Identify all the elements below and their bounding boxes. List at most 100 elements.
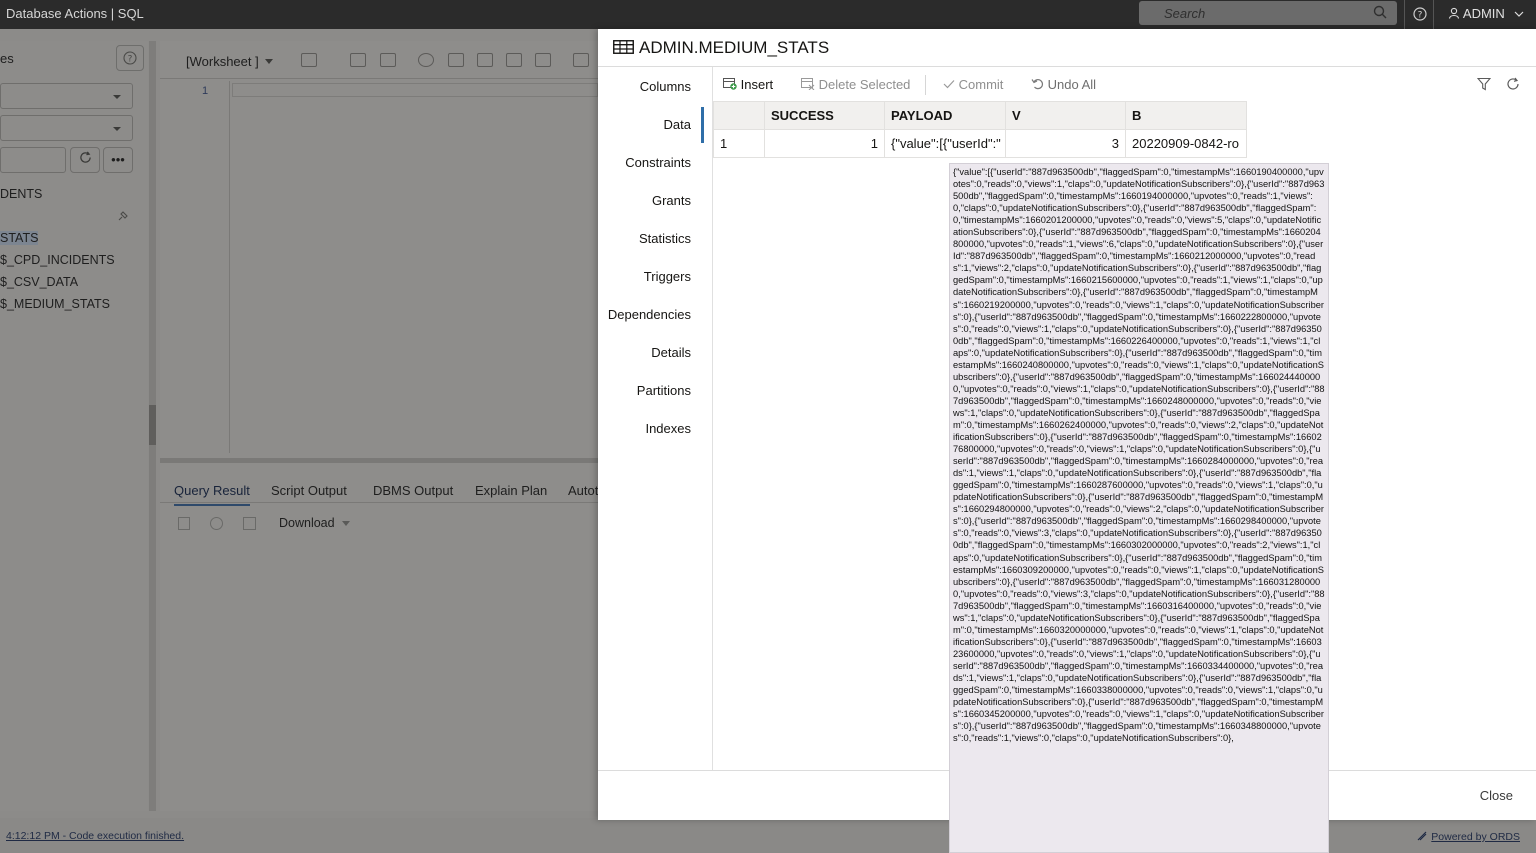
checkmark-icon — [943, 80, 955, 89]
column-header[interactable]: B — [1125, 101, 1247, 130]
nav-indexes[interactable]: Indexes — [645, 421, 691, 436]
chevron-down-icon — [1514, 11, 1524, 17]
nav-partitions[interactable]: Partitions — [637, 383, 691, 398]
explain-plan-icon[interactable] — [477, 53, 493, 67]
undo-all-button[interactable]: Undo All — [1031, 77, 1096, 92]
nav-data[interactable]: Data — [664, 117, 691, 132]
navigator-panel: es ? ••• DENTS STATS $_CPD_INCIDENTS $_C… — [0, 41, 148, 811]
search-input[interactable]: Search — [1139, 1, 1397, 25]
new-file-icon[interactable] — [301, 53, 317, 67]
tree-item[interactable]: $_CPD_INCIDENTS — [0, 253, 115, 267]
tree-item[interactable]: $_MEDIUM_STATS — [0, 297, 110, 311]
refresh-button[interactable] — [70, 147, 100, 173]
line-number: 1 — [202, 85, 209, 97]
search-icon[interactable] — [1373, 5, 1387, 19]
tree-item[interactable]: DENTS — [0, 187, 42, 201]
refresh-icon[interactable] — [1506, 77, 1520, 91]
cell-payload[interactable]: {"value":[{"userId":" — [884, 129, 1006, 158]
commit-button[interactable]: Commit — [943, 77, 1003, 92]
undo-icon — [1031, 79, 1044, 90]
download-icon[interactable] — [573, 53, 589, 67]
tab-query-result[interactable]: Query Result — [174, 483, 250, 506]
panel-splitter[interactable] — [149, 41, 156, 811]
column-header[interactable]: SUCCESS — [764, 101, 885, 130]
run-script-icon[interactable] — [448, 53, 464, 67]
cell-success[interactable]: 1 — [764, 129, 885, 158]
chevron-down-icon — [265, 59, 273, 64]
breadcrumb[interactable]: Database Actions | SQL — [6, 6, 144, 21]
splitter-grip[interactable] — [149, 405, 156, 445]
status-message[interactable]: 4:12:12 PM - Code execution finished. — [6, 830, 184, 842]
close-button[interactable]: Close — [1480, 788, 1513, 803]
line-gutter: 1 — [160, 81, 230, 453]
editor-result-splitter[interactable] — [160, 458, 598, 463]
commit-label: Commit — [958, 77, 1004, 92]
history-icon[interactable] — [210, 517, 223, 530]
search-placeholder: Search — [1164, 6, 1206, 21]
delete-selected-button[interactable]: Delete Selected — [801, 77, 910, 92]
open-external-icon[interactable] — [243, 517, 256, 530]
result-toolbar: Download — [160, 509, 598, 537]
nav-constraints[interactable]: Constraints — [625, 155, 691, 170]
pin-icon[interactable] — [117, 210, 129, 222]
dialog-title: ADMIN.MEDIUM_STATS — [639, 38, 830, 57]
dialog-header: ADMIN.MEDIUM_STATS — [598, 29, 1536, 67]
help-button[interactable]: ? — [1404, 0, 1434, 29]
user-icon — [1448, 7, 1460, 19]
open-folder-icon[interactable] — [350, 53, 366, 67]
nav-details[interactable]: Details — [651, 345, 691, 360]
insert-button[interactable]: Insert — [723, 77, 773, 92]
schema-select[interactable] — [0, 83, 133, 109]
row-number: 1 — [713, 129, 765, 158]
nav-columns[interactable]: Columns — [640, 79, 691, 94]
table-icon — [613, 40, 634, 54]
data-grid: SUCCESS PAYLOAD V B 1 1 {"value":[{"user… — [713, 101, 1247, 158]
nav-grants[interactable]: Grants — [652, 193, 691, 208]
help-icon: ? — [1413, 7, 1427, 21]
editor-area: [Worksheet ] 1 Query Result Script Outpu… — [160, 41, 598, 811]
tab-explain-plan[interactable]: Explain Plan — [475, 483, 547, 498]
grid-header-row: SUCCESS PAYLOAD V B — [713, 101, 1247, 130]
insert-row-icon — [723, 78, 737, 90]
nav-statistics[interactable]: Statistics — [639, 231, 691, 246]
insert-label: Insert — [740, 77, 774, 92]
object-type-select[interactable] — [0, 115, 133, 141]
trash-icon[interactable] — [178, 517, 190, 530]
cell-b[interactable]: 20220909-0842-ro — [1125, 129, 1247, 158]
nav-dependencies[interactable]: Dependencies — [608, 307, 691, 322]
more-button[interactable]: ••• — [103, 147, 133, 173]
download-button[interactable]: Download — [279, 516, 335, 530]
column-header[interactable]: V — [1005, 101, 1126, 130]
worksheet-selector[interactable]: [Worksheet ] — [186, 54, 259, 69]
user-menu[interactable]: ADMIN — [1448, 6, 1524, 21]
worksheet-toolbar: [Worksheet ] — [160, 41, 598, 79]
powered-by-label: Powered by ORDS — [1431, 831, 1520, 843]
data-toolbar: Insert Delete Selected Commit Undo All — [713, 67, 1536, 101]
help-icon[interactable]: ? — [116, 45, 144, 71]
code-editor[interactable] — [232, 83, 598, 97]
tab-autotrace[interactable]: Autot — [568, 483, 598, 498]
user-name: ADMIN — [1462, 6, 1505, 21]
tree-item[interactable]: $_CSV_DATA — [0, 275, 78, 289]
save-icon[interactable] — [380, 53, 396, 67]
details-nav: Columns Data Constraints Grants Statisti… — [598, 67, 704, 770]
cell-v[interactable]: 3 — [1005, 129, 1126, 158]
top-bar: Database Actions | SQL Search ? ADMIN — [0, 0, 1536, 29]
refresh-icon — [79, 151, 91, 163]
column-header[interactable]: PAYLOAD — [884, 101, 1006, 130]
tree-item-selected[interactable]: STATS — [0, 231, 39, 245]
tab-dbms-output[interactable]: DBMS Output — [373, 483, 453, 498]
row-number-header — [713, 101, 765, 130]
run-icon[interactable] — [418, 53, 434, 67]
sql-worksheet-background: es ? ••• DENTS STATS $_CPD_INCIDENTS $_C… — [0, 29, 598, 853]
filter-input[interactable] — [0, 147, 66, 173]
autotrace-icon[interactable] — [506, 53, 522, 67]
svg-text:?: ? — [1418, 11, 1423, 21]
result-tabs: Query Result Script Output DBMS Output E… — [160, 477, 598, 506]
table-row[interactable]: 1 1 {"value":[{"userId":" 3 20220909-084… — [713, 129, 1247, 158]
format-icon[interactable] — [535, 53, 551, 67]
powered-by-link[interactable]: Powered by ORDS — [1416, 830, 1520, 843]
filter-icon[interactable] — [1477, 77, 1491, 91]
nav-triggers[interactable]: Triggers — [644, 269, 691, 284]
tab-script-output[interactable]: Script Output — [271, 483, 347, 498]
